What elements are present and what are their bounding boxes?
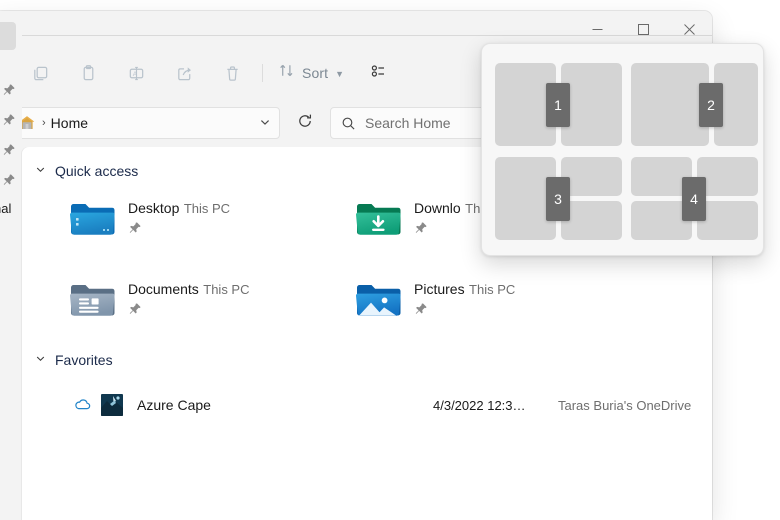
- quick-access-tile-pictures[interactable]: Pictures This PC: [355, 280, 515, 320]
- cloud-icon: [74, 396, 92, 414]
- refresh-icon: [297, 113, 313, 134]
- snap-pane[interactable]: [631, 63, 709, 146]
- favorites-section: Favorites: [35, 352, 113, 368]
- quick-access-label: Quick access: [55, 163, 139, 179]
- pin-icon: [128, 221, 142, 235]
- chevron-down-icon: [35, 164, 46, 178]
- snap-layout-option-3[interactable]: 3: [495, 157, 622, 240]
- copy-icon: [31, 64, 50, 83]
- snap-badge-2: 2: [699, 83, 723, 127]
- quick-access-section: Quick access: [35, 163, 138, 179]
- nav-item-personal-label[interactable]: nal: [0, 201, 11, 216]
- favorite-file-date: 4/3/2022 12:3…: [433, 397, 526, 413]
- quick-access-tile-documents[interactable]: Documents This PC: [69, 280, 250, 320]
- favorites-row[interactable]: Azure Cape 4/3/2022 12:3… Taras Buria's …: [22, 392, 712, 418]
- copy-button[interactable]: [16, 56, 64, 90]
- snap-pane[interactable]: [697, 201, 758, 240]
- pin-icon: [2, 173, 16, 187]
- snap-layout-option-2[interactable]: 2: [631, 63, 758, 146]
- address-dropdown-icon[interactable]: [259, 116, 271, 131]
- favorites-label: Favorites: [55, 352, 113, 368]
- tile-name: Documents: [128, 281, 199, 297]
- minimize-button[interactable]: [574, 11, 620, 47]
- tile-name: Downlo: [414, 200, 461, 216]
- tile-subtitle: This PC: [203, 282, 250, 297]
- tile-subtitle: This PC: [183, 201, 231, 216]
- maximize-button[interactable]: [620, 11, 666, 47]
- sort-button[interactable]: Sort ▼: [269, 57, 353, 89]
- svg-text:A: A: [132, 70, 137, 77]
- snap-layout-option-4[interactable]: 4: [631, 157, 758, 240]
- refresh-button[interactable]: [290, 108, 320, 138]
- rename-button[interactable]: A: [112, 56, 160, 90]
- desktop-background: A Sort ▼ › Home Search Home al Quick acc…: [0, 0, 780, 520]
- breadcrumb-home: Home: [50, 115, 89, 131]
- trash-icon: [223, 64, 242, 83]
- share-icon: [175, 64, 194, 83]
- window-controls: [574, 11, 712, 47]
- folder-documents-icon: [69, 280, 115, 320]
- file-thumbnail: [101, 394, 123, 416]
- chevron-down-icon: ▼: [335, 68, 344, 79]
- pin-icon: [2, 83, 16, 97]
- quick-access-tile-desktop[interactable]: Desktop This PC: [69, 199, 230, 239]
- address-bar[interactable]: › Home: [8, 107, 280, 139]
- folder-downloads-icon: [355, 199, 401, 239]
- folder-pictures-icon: [355, 280, 401, 320]
- sort-icon: [278, 62, 295, 84]
- view-list-icon: [370, 62, 388, 85]
- snap-badge-1: 1: [546, 83, 570, 127]
- snap-pane[interactable]: [561, 63, 622, 146]
- snap-pane[interactable]: [697, 157, 758, 196]
- search-icon: [341, 116, 356, 131]
- toolbar-divider: [262, 64, 263, 82]
- snap-pane[interactable]: [561, 157, 622, 196]
- title-bar: [0, 11, 712, 47]
- share-button[interactable]: [160, 56, 208, 90]
- snap-layout-option-1[interactable]: 1: [495, 63, 622, 146]
- snap-layouts-flyout: 1 2 3 4: [481, 43, 764, 256]
- paste-icon: [79, 64, 98, 83]
- rename-icon: A: [127, 64, 146, 83]
- nav-selected-item[interactable]: [0, 22, 16, 50]
- pin-icon: [128, 302, 142, 316]
- paste-button[interactable]: [64, 56, 112, 90]
- close-button[interactable]: [666, 11, 712, 47]
- snap-pane[interactable]: [561, 201, 622, 240]
- pin-icon: [414, 302, 428, 316]
- snap-badge-3: 3: [546, 177, 570, 221]
- search-input[interactable]: Search Home: [365, 115, 451, 131]
- breadcrumb-separator: ›: [42, 117, 46, 129]
- tile-subtitle: This PC: [469, 282, 516, 297]
- tile-name: Desktop: [128, 200, 180, 216]
- snap-badge-4: 4: [682, 177, 706, 221]
- favorite-file-name: Azure Cape: [137, 397, 211, 413]
- folder-desktop-icon: [69, 199, 115, 239]
- chevron-down-icon: [35, 353, 46, 367]
- view-options-button[interactable]: [359, 57, 399, 89]
- sort-label: Sort: [302, 65, 329, 81]
- delete-button[interactable]: [208, 56, 256, 90]
- pin-icon: [414, 221, 428, 235]
- favorite-file-owner: Taras Buria's OneDrive: [558, 397, 692, 413]
- navigation-pane: nal: [0, 11, 22, 384]
- pin-icon: [2, 113, 16, 127]
- pin-icon: [2, 143, 16, 157]
- tile-name: Pictures: [414, 281, 465, 297]
- quick-access-header[interactable]: Quick access: [35, 163, 138, 179]
- favorites-header[interactable]: Favorites: [35, 352, 113, 368]
